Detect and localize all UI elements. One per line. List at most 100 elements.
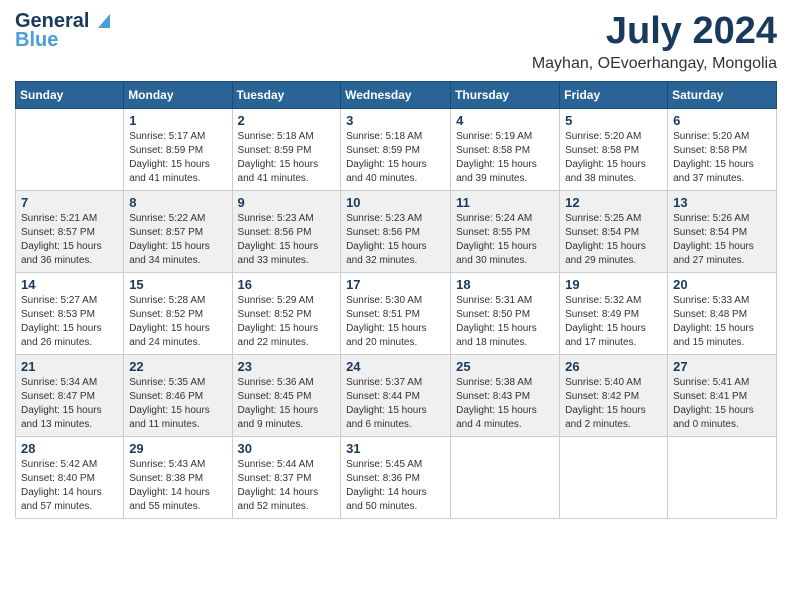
day-info: Sunrise: 5:19 AM Sunset: 8:58 PM Dayligh… bbox=[456, 130, 554, 186]
logo-icon bbox=[90, 10, 110, 30]
day-info: Sunrise: 5:37 AM Sunset: 8:44 PM Dayligh… bbox=[346, 376, 445, 432]
calendar-cell: 15 Sunrise: 5:28 AM Sunset: 8:52 PM Dayl… bbox=[124, 273, 232, 355]
calendar-cell: 23 Sunrise: 5:36 AM Sunset: 8:45 PM Dayl… bbox=[232, 355, 341, 437]
calendar-cell: 3 Sunrise: 5:18 AM Sunset: 8:59 PM Dayli… bbox=[341, 109, 451, 191]
logo-blue: Blue bbox=[15, 29, 58, 52]
calendar-cell: 29 Sunrise: 5:43 AM Sunset: 8:38 PM Dayl… bbox=[124, 437, 232, 519]
main-title: July 2024 bbox=[532, 10, 777, 53]
logo: General Blue bbox=[15, 10, 110, 52]
calendar-cell bbox=[16, 109, 124, 191]
day-number: 6 bbox=[673, 113, 771, 128]
day-number: 20 bbox=[673, 277, 771, 292]
calendar-cell: 18 Sunrise: 5:31 AM Sunset: 8:50 PM Dayl… bbox=[451, 273, 560, 355]
day-info: Sunrise: 5:38 AM Sunset: 8:43 PM Dayligh… bbox=[456, 376, 554, 432]
header-wednesday: Wednesday bbox=[341, 82, 451, 109]
day-number: 26 bbox=[565, 359, 662, 374]
calendar-cell: 7 Sunrise: 5:21 AM Sunset: 8:57 PM Dayli… bbox=[16, 191, 124, 273]
day-info: Sunrise: 5:25 AM Sunset: 8:54 PM Dayligh… bbox=[565, 212, 662, 268]
day-info: Sunrise: 5:21 AM Sunset: 8:57 PM Dayligh… bbox=[21, 212, 118, 268]
header: General Blue July 2024 Mayhan, OEvoerhan… bbox=[15, 10, 777, 73]
day-number: 22 bbox=[129, 359, 226, 374]
day-number: 25 bbox=[456, 359, 554, 374]
day-info: Sunrise: 5:33 AM Sunset: 8:48 PM Dayligh… bbox=[673, 294, 771, 350]
header-monday: Monday bbox=[124, 82, 232, 109]
day-info: Sunrise: 5:20 AM Sunset: 8:58 PM Dayligh… bbox=[565, 130, 662, 186]
day-info: Sunrise: 5:43 AM Sunset: 8:38 PM Dayligh… bbox=[129, 458, 226, 514]
calendar-cell: 8 Sunrise: 5:22 AM Sunset: 8:57 PM Dayli… bbox=[124, 191, 232, 273]
day-number: 12 bbox=[565, 195, 662, 210]
day-info: Sunrise: 5:44 AM Sunset: 8:37 PM Dayligh… bbox=[238, 458, 336, 514]
calendar-cell: 17 Sunrise: 5:30 AM Sunset: 8:51 PM Dayl… bbox=[341, 273, 451, 355]
day-info: Sunrise: 5:22 AM Sunset: 8:57 PM Dayligh… bbox=[129, 212, 226, 268]
day-info: Sunrise: 5:18 AM Sunset: 8:59 PM Dayligh… bbox=[238, 130, 336, 186]
day-number: 16 bbox=[238, 277, 336, 292]
calendar-header-row: SundayMondayTuesdayWednesdayThursdayFrid… bbox=[16, 82, 777, 109]
calendar-cell: 30 Sunrise: 5:44 AM Sunset: 8:37 PM Dayl… bbox=[232, 437, 341, 519]
day-info: Sunrise: 5:28 AM Sunset: 8:52 PM Dayligh… bbox=[129, 294, 226, 350]
week-row-4: 21 Sunrise: 5:34 AM Sunset: 8:47 PM Dayl… bbox=[16, 355, 777, 437]
calendar-cell: 1 Sunrise: 5:17 AM Sunset: 8:59 PM Dayli… bbox=[124, 109, 232, 191]
day-info: Sunrise: 5:36 AM Sunset: 8:45 PM Dayligh… bbox=[238, 376, 336, 432]
day-info: Sunrise: 5:27 AM Sunset: 8:53 PM Dayligh… bbox=[21, 294, 118, 350]
day-number: 19 bbox=[565, 277, 662, 292]
calendar-cell: 4 Sunrise: 5:19 AM Sunset: 8:58 PM Dayli… bbox=[451, 109, 560, 191]
day-number: 1 bbox=[129, 113, 226, 128]
calendar-cell: 13 Sunrise: 5:26 AM Sunset: 8:54 PM Dayl… bbox=[668, 191, 777, 273]
day-number: 13 bbox=[673, 195, 771, 210]
title-area: July 2024 Mayhan, OEvoerhangay, Mongolia bbox=[532, 10, 777, 73]
calendar-cell: 27 Sunrise: 5:41 AM Sunset: 8:41 PM Dayl… bbox=[668, 355, 777, 437]
day-number: 21 bbox=[21, 359, 118, 374]
day-info: Sunrise: 5:32 AM Sunset: 8:49 PM Dayligh… bbox=[565, 294, 662, 350]
day-info: Sunrise: 5:20 AM Sunset: 8:58 PM Dayligh… bbox=[673, 130, 771, 186]
week-row-2: 7 Sunrise: 5:21 AM Sunset: 8:57 PM Dayli… bbox=[16, 191, 777, 273]
calendar-cell: 24 Sunrise: 5:37 AM Sunset: 8:44 PM Dayl… bbox=[341, 355, 451, 437]
calendar-cell bbox=[560, 437, 668, 519]
week-row-3: 14 Sunrise: 5:27 AM Sunset: 8:53 PM Dayl… bbox=[16, 273, 777, 355]
day-info: Sunrise: 5:18 AM Sunset: 8:59 PM Dayligh… bbox=[346, 130, 445, 186]
calendar-cell: 22 Sunrise: 5:35 AM Sunset: 8:46 PM Dayl… bbox=[124, 355, 232, 437]
calendar-cell bbox=[668, 437, 777, 519]
calendar-cell: 28 Sunrise: 5:42 AM Sunset: 8:40 PM Dayl… bbox=[16, 437, 124, 519]
day-number: 30 bbox=[238, 441, 336, 456]
day-number: 7 bbox=[21, 195, 118, 210]
calendar-cell: 2 Sunrise: 5:18 AM Sunset: 8:59 PM Dayli… bbox=[232, 109, 341, 191]
day-number: 11 bbox=[456, 195, 554, 210]
day-number: 3 bbox=[346, 113, 445, 128]
day-info: Sunrise: 5:42 AM Sunset: 8:40 PM Dayligh… bbox=[21, 458, 118, 514]
day-number: 8 bbox=[129, 195, 226, 210]
day-number: 18 bbox=[456, 277, 554, 292]
calendar-cell: 16 Sunrise: 5:29 AM Sunset: 8:52 PM Dayl… bbox=[232, 273, 341, 355]
day-info: Sunrise: 5:34 AM Sunset: 8:47 PM Dayligh… bbox=[21, 376, 118, 432]
calendar-cell bbox=[451, 437, 560, 519]
day-number: 14 bbox=[21, 277, 118, 292]
day-number: 5 bbox=[565, 113, 662, 128]
header-tuesday: Tuesday bbox=[232, 82, 341, 109]
day-info: Sunrise: 5:45 AM Sunset: 8:36 PM Dayligh… bbox=[346, 458, 445, 514]
day-number: 28 bbox=[21, 441, 118, 456]
week-row-1: 1 Sunrise: 5:17 AM Sunset: 8:59 PM Dayli… bbox=[16, 109, 777, 191]
header-sunday: Sunday bbox=[16, 82, 124, 109]
day-number: 17 bbox=[346, 277, 445, 292]
calendar-table: SundayMondayTuesdayWednesdayThursdayFrid… bbox=[15, 81, 777, 519]
calendar-cell: 26 Sunrise: 5:40 AM Sunset: 8:42 PM Dayl… bbox=[560, 355, 668, 437]
header-saturday: Saturday bbox=[668, 82, 777, 109]
header-thursday: Thursday bbox=[451, 82, 560, 109]
calendar-cell: 10 Sunrise: 5:23 AM Sunset: 8:56 PM Dayl… bbox=[341, 191, 451, 273]
calendar-cell: 12 Sunrise: 5:25 AM Sunset: 8:54 PM Dayl… bbox=[560, 191, 668, 273]
day-info: Sunrise: 5:23 AM Sunset: 8:56 PM Dayligh… bbox=[346, 212, 445, 268]
day-info: Sunrise: 5:31 AM Sunset: 8:50 PM Dayligh… bbox=[456, 294, 554, 350]
calendar-cell: 9 Sunrise: 5:23 AM Sunset: 8:56 PM Dayli… bbox=[232, 191, 341, 273]
calendar-cell: 25 Sunrise: 5:38 AM Sunset: 8:43 PM Dayl… bbox=[451, 355, 560, 437]
day-info: Sunrise: 5:17 AM Sunset: 8:59 PM Dayligh… bbox=[129, 130, 226, 186]
calendar-cell: 21 Sunrise: 5:34 AM Sunset: 8:47 PM Dayl… bbox=[16, 355, 124, 437]
day-number: 23 bbox=[238, 359, 336, 374]
calendar-cell: 19 Sunrise: 5:32 AM Sunset: 8:49 PM Dayl… bbox=[560, 273, 668, 355]
day-number: 15 bbox=[129, 277, 226, 292]
calendar-cell: 20 Sunrise: 5:33 AM Sunset: 8:48 PM Dayl… bbox=[668, 273, 777, 355]
subtitle: Mayhan, OEvoerhangay, Mongolia bbox=[532, 55, 777, 73]
week-row-5: 28 Sunrise: 5:42 AM Sunset: 8:40 PM Dayl… bbox=[16, 437, 777, 519]
day-info: Sunrise: 5:40 AM Sunset: 8:42 PM Dayligh… bbox=[565, 376, 662, 432]
day-number: 31 bbox=[346, 441, 445, 456]
day-number: 29 bbox=[129, 441, 226, 456]
calendar-cell: 11 Sunrise: 5:24 AM Sunset: 8:55 PM Dayl… bbox=[451, 191, 560, 273]
